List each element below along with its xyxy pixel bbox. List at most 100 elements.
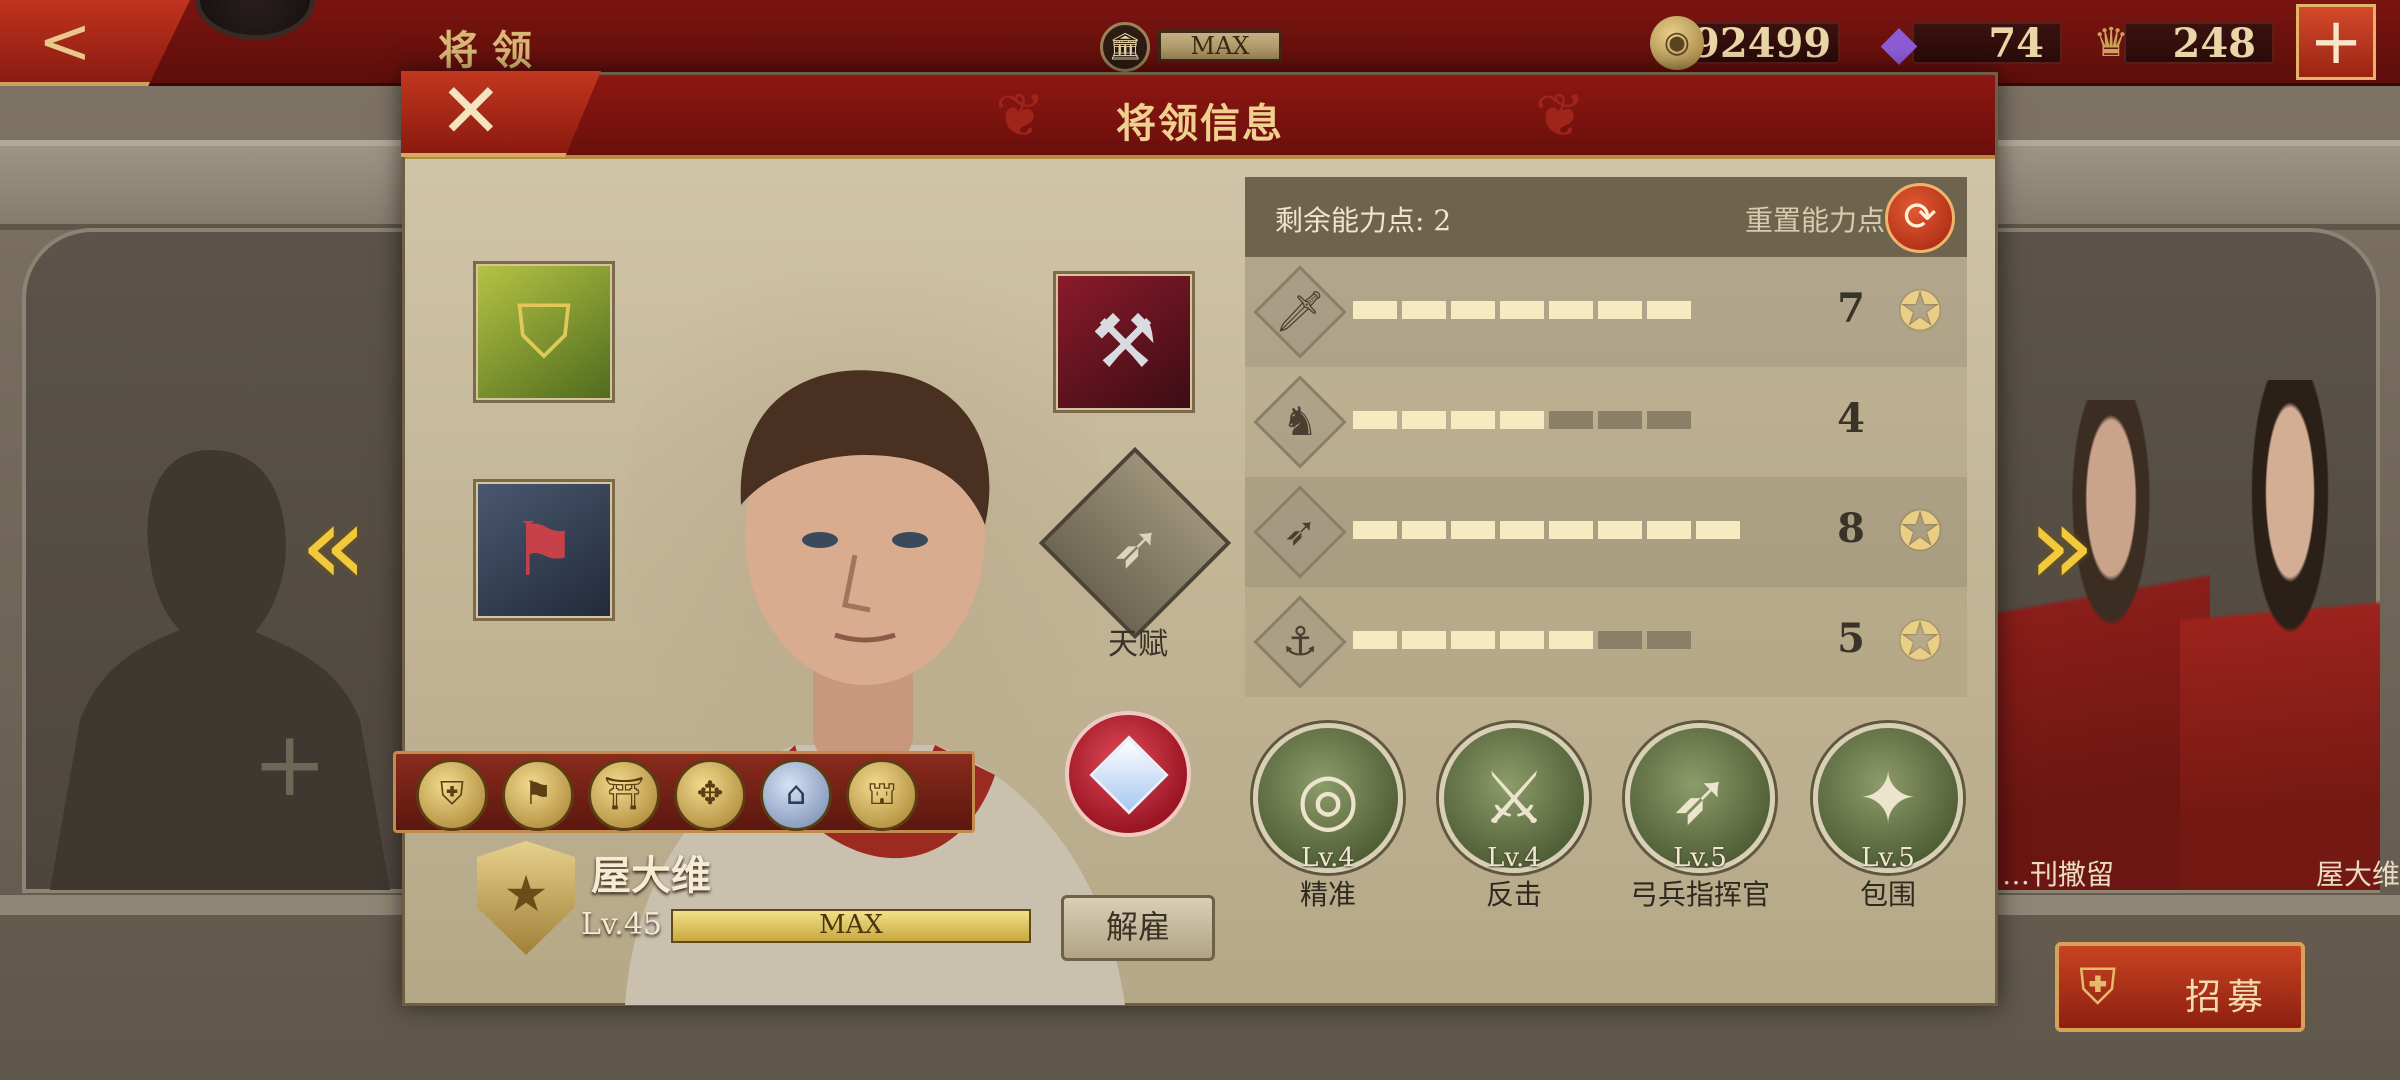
stat-value: 7 [1837, 285, 1865, 332]
laurel-star-medal-icon[interactable]: ✪ [1885, 279, 1955, 345]
coin-resource[interactable]: 92499 ◉ [1650, 16, 1840, 70]
recruit-label: 招募 [2185, 977, 2270, 1018]
stat-segment [1353, 631, 1397, 649]
previous-hero-arrow-icon[interactable]: « [300, 490, 367, 600]
top-ring-decoration [195, 0, 315, 40]
stat-progress-bar [1353, 301, 1773, 319]
badge-fort-icon[interactable]: ⛫ [846, 759, 918, 831]
hero-info-dialog: ❦ ❦ 将领信息 ✕ ⛉ ⚑ ⚒ ➶ 天赋 ⛨ ⚑ ⛩ ✥ ⌂ ⛫ ★ 屋大维 … [393, 66, 1998, 1006]
stat-segment [1549, 411, 1593, 429]
diamond-icon [1089, 735, 1169, 815]
background-hero-name: 屋大维 [2316, 858, 2400, 891]
stat-row-archery[interactable]: ➶ 8 ✪ [1245, 477, 1967, 587]
stat-segment [1451, 301, 1495, 319]
temple-icon: 🏛 [1100, 22, 1150, 72]
skill-slot[interactable]: ⚔ Lv.4 反击 [1439, 723, 1589, 923]
experience-bar: MAX [671, 909, 1031, 943]
next-hero-arrow-icon[interactable]: » [2028, 490, 2095, 600]
skill-slot[interactable]: ◎ Lv.4 精准 [1253, 723, 1403, 923]
badge-standard-icon[interactable]: ⚑ [502, 759, 574, 831]
dialog-header: ❦ ❦ 将领信息 [405, 75, 1995, 159]
gem-count: 74 [1912, 22, 2062, 64]
stat-segment [1647, 521, 1691, 539]
background-hero-name: …刊撒留 [2002, 858, 2115, 891]
bow-icon: ➶ [1110, 512, 1162, 582]
skill-level: Lv.5 [1861, 843, 1915, 873]
stat-row-navy[interactable]: ⚓ 5 ✪ [1245, 587, 1967, 697]
stat-value: 8 [1837, 505, 1865, 552]
dismiss-button[interactable]: 解雇 [1061, 895, 1215, 961]
background-hero-portrait [2180, 380, 2380, 890]
stat-segment [1451, 411, 1495, 429]
stat-segment [1402, 521, 1446, 539]
war-standard-icon: ⚑ [510, 507, 578, 593]
skill-name: 精准 [1299, 878, 1356, 911]
axe-icon: ⚒ [1090, 299, 1158, 385]
stat-segment [1402, 301, 1446, 319]
stat-value: 5 [1837, 615, 1865, 662]
laurel-star-medal-icon[interactable]: ✪ [1885, 499, 1955, 565]
coin-count: 92499 [1690, 22, 1840, 64]
skill-level: Lv.4 [1487, 843, 1541, 873]
stat-segment [1598, 521, 1642, 539]
stat-row-infantry[interactable]: 🗡 7 ✪ [1245, 257, 1967, 367]
coin-icon: ◉ [1650, 16, 1704, 70]
building-level-indicator[interactable]: 🏛 MAX [1100, 22, 1300, 72]
stat-segment [1549, 301, 1593, 319]
skill-name: 包围 [1859, 878, 1916, 911]
anchor-icon: ⚓ [1282, 619, 1318, 665]
skill-level: Lv.5 [1673, 843, 1727, 873]
add-resource-button[interactable]: + [2296, 4, 2376, 80]
hero-level: Lv.45 [581, 907, 663, 942]
sword-icon: 🗡 [1274, 289, 1326, 335]
skill-slot[interactable]: ➶ Lv.5 弓兵指挥官 [1625, 723, 1775, 923]
gem-resource[interactable]: 74 ◆ [1872, 16, 2062, 70]
skill-name: 反击 [1485, 878, 1542, 911]
close-icon: ✕ [439, 66, 503, 155]
chevron-left-icon: < [38, 5, 92, 79]
stat-value: 4 [1837, 395, 1865, 442]
dialog-title: 将领信息 [1116, 100, 1284, 147]
stat-row-cavalry[interactable]: ♞ 4 [1245, 367, 1967, 477]
talent-label: 天赋 [1108, 627, 1168, 662]
remaining-points-label: 剩余能力点: 2 [1275, 204, 1452, 237]
stat-segment [1353, 301, 1397, 319]
stat-segment [1598, 301, 1642, 319]
laurel-resource[interactable]: 248 ♛ [2084, 16, 2274, 70]
stat-segment [1451, 631, 1495, 649]
stat-segment [1696, 521, 1740, 539]
laurel-star-medal-icon[interactable]: ✪ [1885, 609, 1955, 675]
stat-segment [1402, 631, 1446, 649]
reset-points-button[interactable]: ⟳ [1885, 183, 1955, 253]
equipment-slot-banner[interactable]: ⛉ [473, 261, 615, 403]
badge-temple-icon[interactable]: ⌂ [760, 759, 832, 831]
skill-slot[interactable]: ✦ Lv.5 包围 [1813, 723, 1963, 923]
equipment-slot-standard[interactable]: ⚑ [473, 479, 615, 621]
refresh-icon: ⟳ [1903, 194, 1937, 240]
bow-icon: ➶ [1283, 509, 1317, 555]
badge-shield-icon[interactable]: ⛨ [416, 759, 488, 831]
recruit-button[interactable]: ⛨ 招募 [2055, 942, 2305, 1032]
laurel-count: 248 [2124, 22, 2274, 64]
ability-points-row: 剩余能力点: 2 重置能力点 ⟳ [1245, 177, 1967, 257]
stat-segment [1353, 521, 1397, 539]
laurel-badge-icon: ♛ [2093, 20, 2129, 66]
badge-gate-icon[interactable]: ⛩ [588, 759, 660, 831]
gem-slot-button[interactable] [1065, 711, 1191, 837]
equipment-slot-weapon[interactable]: ⚒ [1053, 271, 1195, 413]
skill-name: 弓兵指挥官 [1629, 878, 1770, 911]
badge-strip: ⛨ ⚑ ⛩ ✥ ⌂ ⛫ [393, 751, 975, 833]
badge-compass-icon[interactable]: ✥ [674, 759, 746, 831]
stat-segment [1500, 521, 1544, 539]
hero-name: 屋大维 [591, 852, 711, 899]
stat-segment [1500, 631, 1544, 649]
stat-segment [1549, 521, 1593, 539]
gem-icon: ◆ [1880, 15, 1918, 71]
stat-progress-bar [1353, 631, 1773, 649]
page-title: 将领 [438, 27, 546, 74]
stat-segment [1500, 301, 1544, 319]
add-hero-icon: + [252, 712, 328, 817]
stat-progress-bar [1353, 411, 1773, 429]
back-button[interactable]: < [0, 0, 190, 86]
reset-points-label: 重置能力点 [1745, 204, 1886, 237]
